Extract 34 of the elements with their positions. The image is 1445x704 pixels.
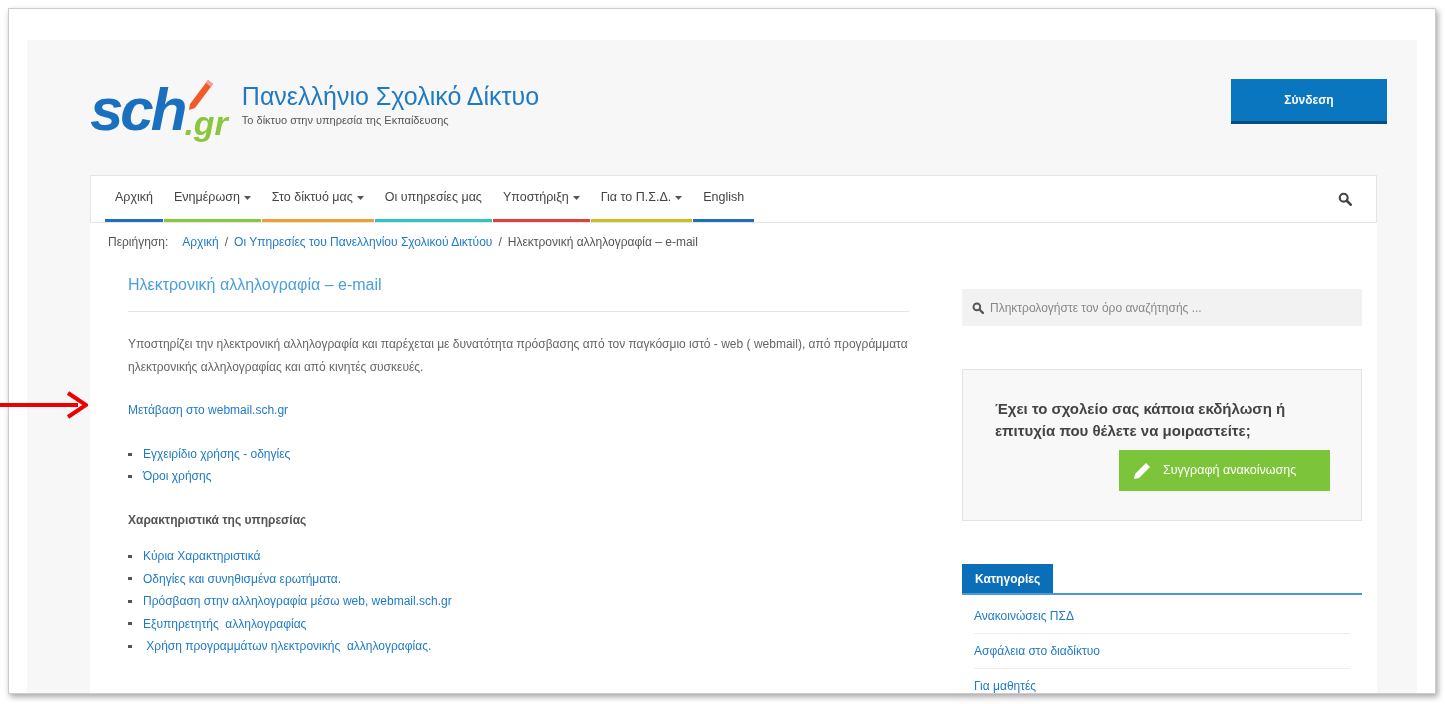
logo-suffix: .gr xyxy=(184,105,228,140)
feature-link[interactable]: Πρόσβαση στην αλληλογραφία μέσω web, webmail.sch.gr xyxy=(143,590,452,613)
breadcrumb-separator: / xyxy=(498,234,502,251)
breadcrumb-link[interactable]: Αρχική xyxy=(182,233,219,251)
webmail-link[interactable]: Μετάβαση στο webmail.sch.gr xyxy=(128,401,909,419)
pencil-icon xyxy=(1133,461,1151,480)
feature-link[interactable]: Χρήση προγραμμάτων ηλεκτρονικής αλληλογραφίας. xyxy=(143,635,432,658)
logo-text: sch xyxy=(90,79,185,140)
login-button[interactable]: Σύνδεση xyxy=(1231,79,1387,124)
intro-paragraph: Υποστηρίζει την ηλεκτρονική αλληλογραφία και παρέχεται με δυνατότητα πρόσβασης από τον παγκόσμιο ιστό - web ( webmail), από προγράμματα ηλεκτρονικής αλληλογραφίας και από κινητές συσκευές. xyxy=(128,336,909,376)
category-link[interactable]: Ανακοινώσεις ΠΣΔ xyxy=(974,599,1350,634)
feature-link[interactable]: Εξυπηρετητής αλληλογραφίας xyxy=(143,612,307,635)
category-link[interactable]: Ασφάλεια στο διαδίκτυο xyxy=(974,634,1350,669)
site-title: Πανελλήνιο Σχολικό Δίκτυο xyxy=(241,80,540,112)
search-icon xyxy=(972,301,984,314)
breadcrumb-separator: / xyxy=(224,234,229,251)
promo-text: Έχει το σχολείο σας κάποια εκδήλωση ή επιτυχία που θέλετε να μοιραστείτε; xyxy=(995,399,1287,441)
search-input[interactable]: Πληκτρολογήστε τον όρο αναζήτησής ... xyxy=(990,298,1352,317)
arrow-icon xyxy=(0,390,88,420)
article-title: Ηλεκτρονική αλληλογραφία – e-mail xyxy=(128,261,909,312)
tagline: Το δίκτυο στην υπηρεσία της Εκπαίδευσης xyxy=(241,112,450,128)
search-button[interactable] xyxy=(1338,192,1352,206)
categories-tab[interactable]: Κατηγορίες xyxy=(962,564,1054,593)
document-link[interactable]: Εγχειρίδιο χρήσης - οδηγίες xyxy=(143,443,291,465)
feature-link[interactable]: Κύρια Χαρακτηριστικά xyxy=(143,545,261,568)
category-link[interactable]: Για μαθητές xyxy=(974,669,1350,693)
section-heading: Χαρακτηριστικά της υπηρεσίας xyxy=(128,512,308,529)
breadcrumb-current: Ηλεκτρονική αλληλογραφία – e-mail xyxy=(507,234,698,251)
breadcrumb-link[interactable]: Οι Υπηρεσίες του Πανελληνίου Σχολικού Δικτύου xyxy=(234,233,493,251)
search-icon xyxy=(1338,192,1352,206)
breadcrumb-label: Περιήγηση: xyxy=(108,234,169,251)
feature-link[interactable]: Οδηγίες και συνηθισμένα ερωτήματα. xyxy=(143,567,342,590)
search-field[interactable]: Πληκτρολογήστε τον όρο αναζήτησής ... xyxy=(962,289,1362,326)
document-link[interactable]: Όροι χρήσης xyxy=(143,465,212,487)
